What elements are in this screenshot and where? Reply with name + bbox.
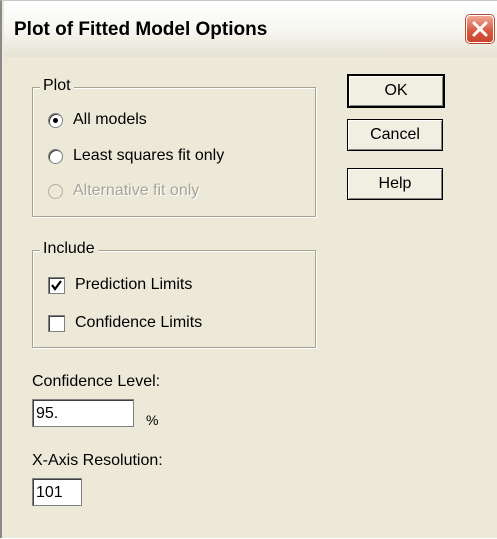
confidence-level-input[interactable]: 95. (32, 399, 134, 427)
check-confidence-limits[interactable]: Confidence Limits (48, 314, 202, 332)
checkbox[interactable] (48, 276, 65, 294)
close-icon (472, 21, 488, 37)
dialog-window: Plot of Fitted Model Options Plot All mo… (0, 0, 497, 538)
radio-indicator (48, 183, 63, 199)
checkmark-icon (51, 279, 62, 291)
title-bar[interactable]: Plot of Fitted Model Options (4, 1, 497, 57)
radio-indicator[interactable] (48, 148, 63, 164)
percent-unit: % (146, 412, 159, 428)
x-axis-resolution-label: X-Axis Resolution: (32, 452, 163, 469)
radio-all-models[interactable]: All models (48, 111, 147, 129)
dialog-title: Plot of Fitted Model Options (14, 19, 268, 40)
help-button[interactable]: Help (347, 168, 443, 200)
plot-group-legend: Plot (40, 77, 74, 95)
include-group (32, 250, 316, 348)
x-axis-resolution-input[interactable]: 101 (32, 478, 82, 506)
check-prediction-limits[interactable]: Prediction Limits (48, 276, 192, 294)
radio-label: Least squares fit only (73, 147, 225, 164)
radio-least-squares[interactable]: Least squares fit only (48, 147, 224, 165)
radio-label: All models (73, 111, 147, 128)
radio-alternative-fit: Alternative fit only (48, 182, 199, 200)
cancel-button[interactable]: Cancel (347, 119, 443, 151)
ok-button[interactable]: OK (347, 74, 445, 108)
include-group-legend: Include (40, 240, 98, 258)
check-label: Prediction Limits (75, 276, 193, 293)
check-label: Confidence Limits (75, 314, 203, 331)
checkbox[interactable] (48, 314, 65, 332)
radio-label: Alternative fit only (73, 182, 200, 199)
close-button[interactable] (466, 15, 494, 43)
radio-indicator[interactable] (48, 112, 63, 128)
confidence-level-label: Confidence Level: (32, 373, 161, 390)
